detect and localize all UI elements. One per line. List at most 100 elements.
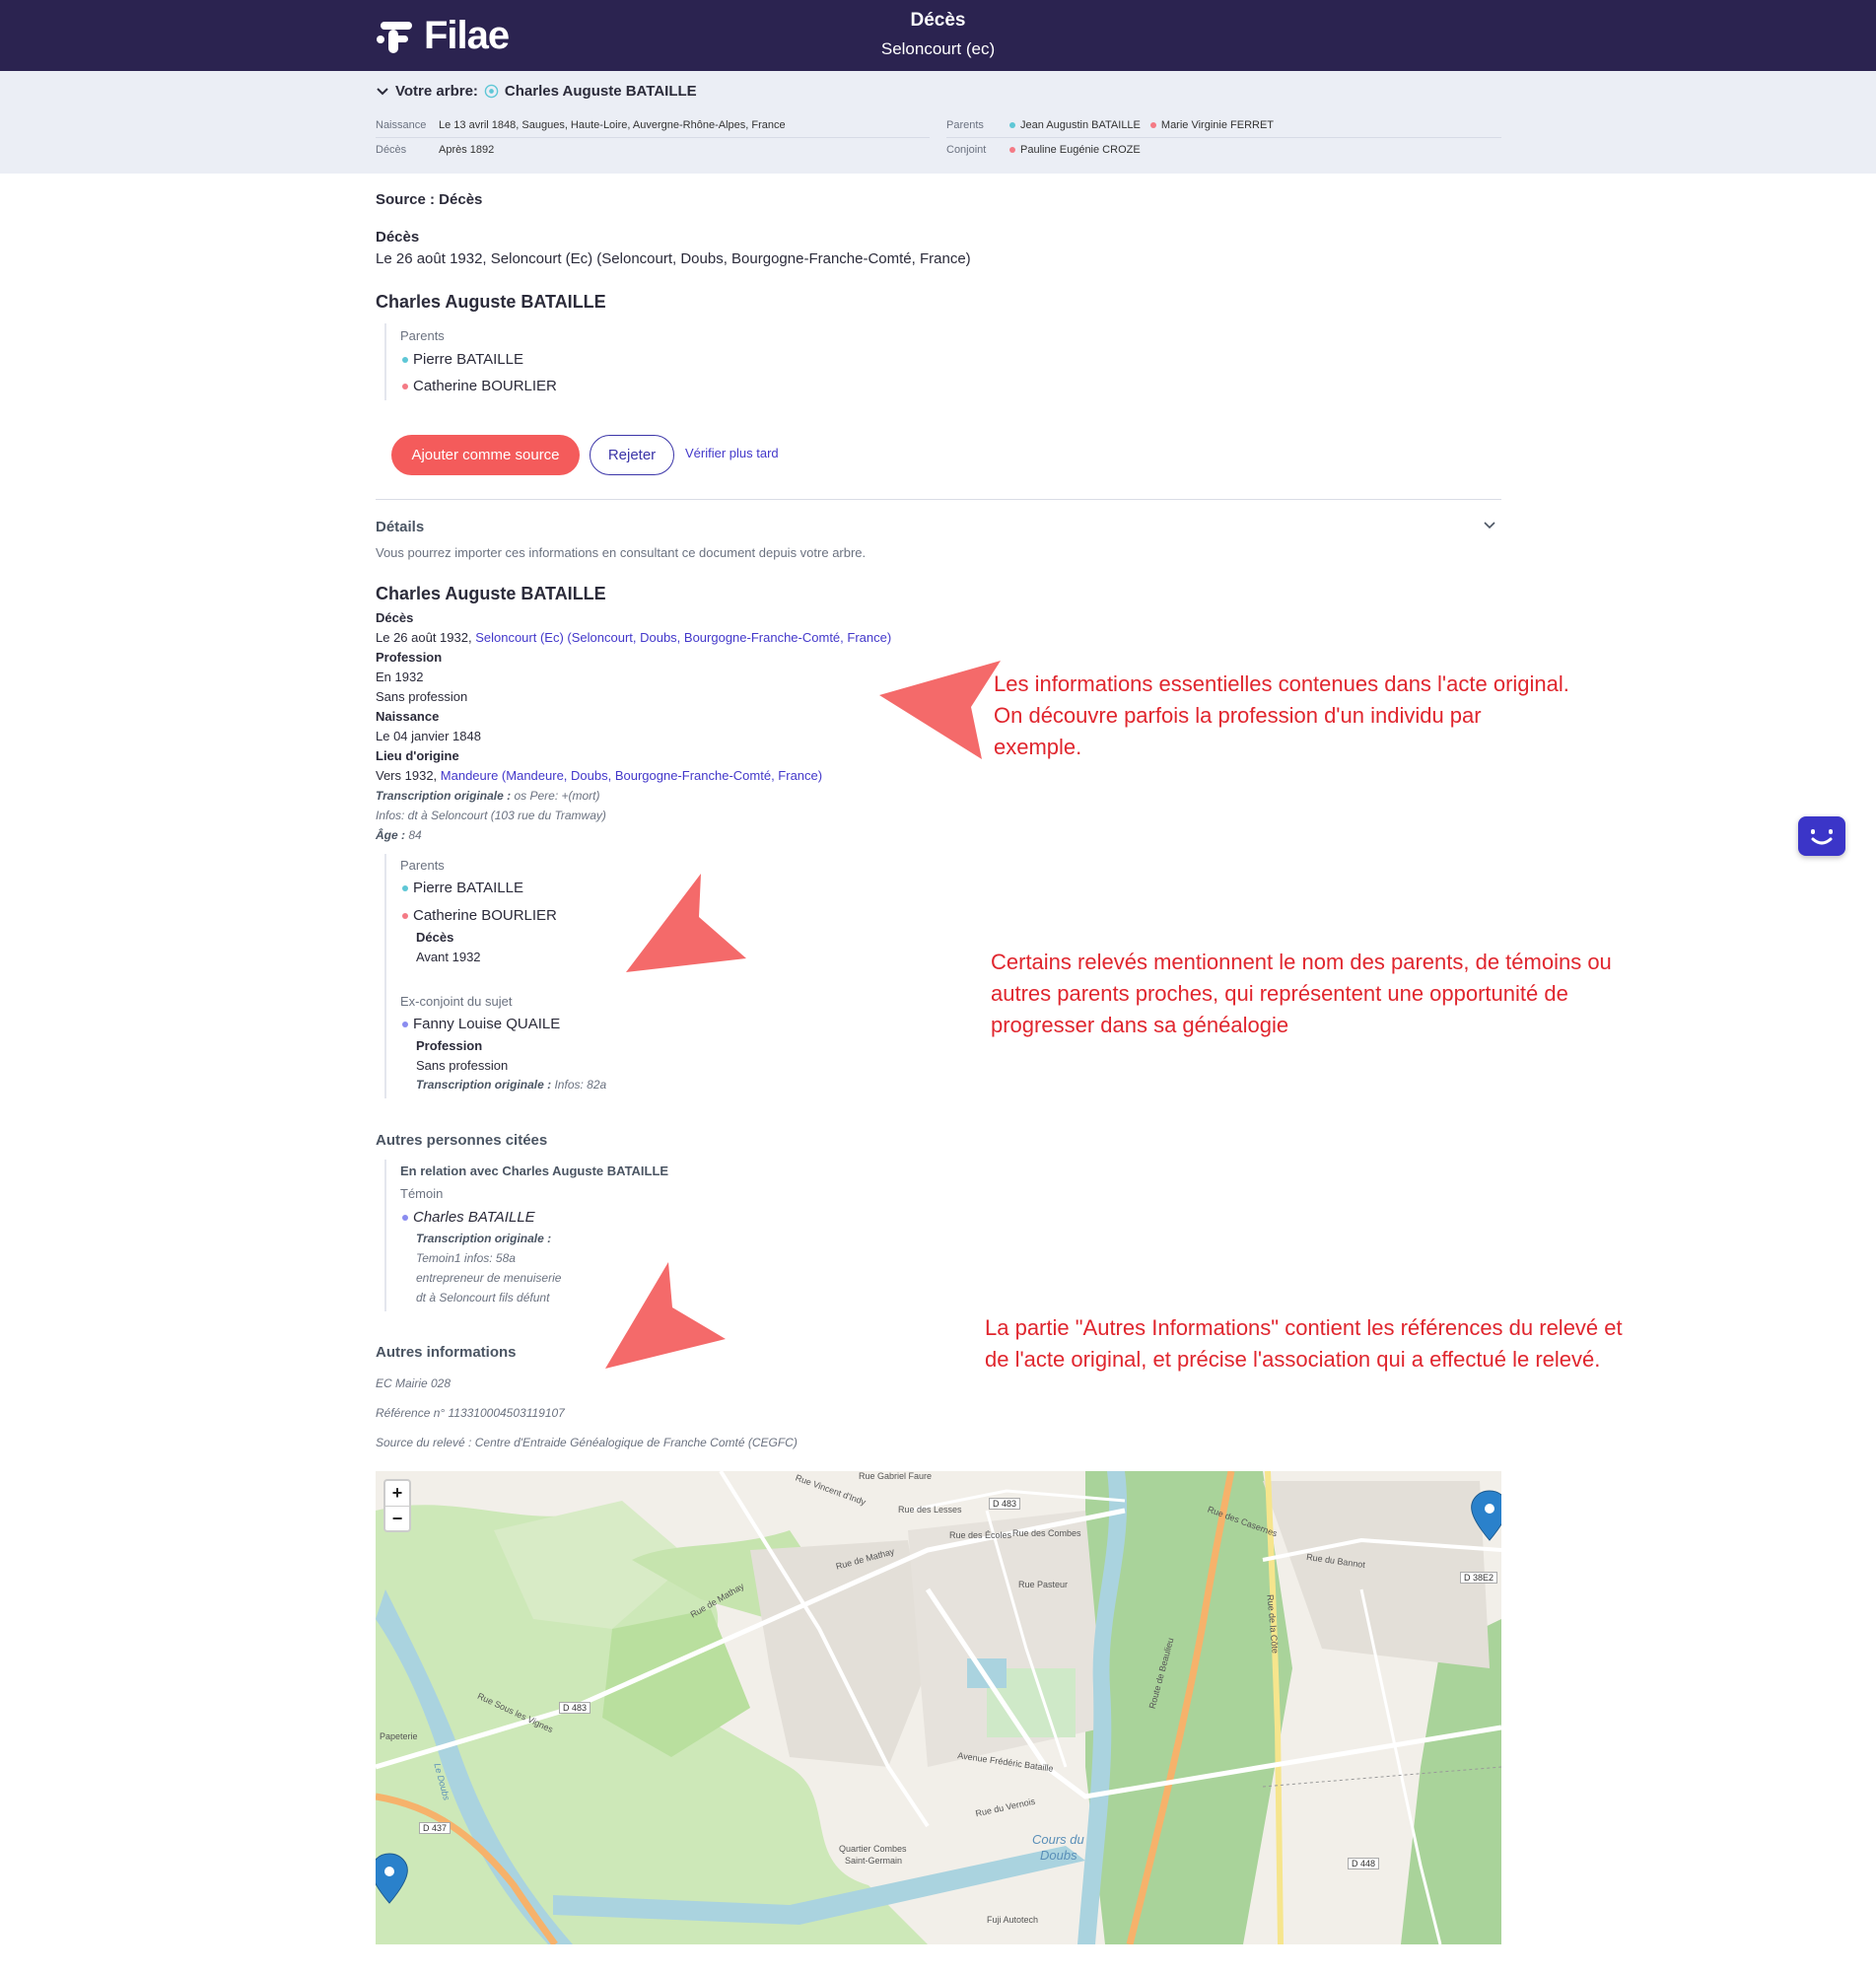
map-view[interactable]: + − D 483 D 483 D 437 D 448 D 38E2 Rue d…	[376, 1471, 1501, 1944]
header-title-block: Décès Seloncourt (ec)	[0, 10, 1876, 59]
unknown-dot	[402, 1021, 408, 1027]
details-death-label: Décès	[376, 610, 414, 625]
source-event-label: Décès	[376, 229, 420, 246]
tree-death-row: Décès Après 1892	[376, 144, 494, 156]
death-place-link[interactable]: Seloncourt (Ec) (Seloncourt, Doubs, Bour…	[475, 630, 891, 645]
exspouse-label: Ex-conjoint du sujet	[400, 994, 513, 1009]
chevron-down-icon[interactable]	[1483, 519, 1496, 532]
exspouse-transcription: Transcription originale : Infos: 82a	[416, 1078, 607, 1092]
details-death-value: Le 26 août 1932, Seloncourt (Ec) (Selonc…	[376, 630, 892, 645]
others-relation: En relation avec Charles Auguste BATAILL…	[400, 1163, 669, 1178]
details-profession-year: En 1932	[376, 670, 424, 684]
zoom-out-button[interactable]: −	[385, 1506, 409, 1530]
others-line1: Temoin1 infos: 58a	[416, 1251, 516, 1265]
details-title[interactable]: Détails	[376, 519, 424, 535]
more-info-title: Autres informations	[376, 1344, 517, 1361]
add-as-source-button[interactable]: Ajouter comme source	[391, 435, 580, 475]
tree-birth-value: Le 13 avril 1848, Saugues, Haute-Loire, …	[439, 119, 786, 131]
tree-mother[interactable]: Marie Virginie FERRET	[1149, 119, 1274, 131]
source-person-name: Charles Auguste BATAILLE	[376, 292, 606, 312]
mother-death-label: Décès	[416, 930, 454, 945]
top-bar: Filae Décès Seloncourt (ec)	[0, 0, 1876, 71]
female-dot	[1009, 146, 1015, 153]
indent-line	[384, 323, 386, 400]
place-label: Saint-Germain	[845, 1856, 903, 1866]
details-mother: Catherine BOURLIER	[402, 907, 557, 924]
tree-birth-label: Naissance	[376, 119, 427, 131]
place-label: Quartier Combes	[839, 1844, 907, 1854]
details-father: Pierre BATAILLE	[402, 880, 523, 896]
details-infos: Infos: dt à Seloncourt (103 rue du Tramw…	[376, 809, 606, 822]
tree-spouse[interactable]: Pauline Eugénie CROZE	[1009, 144, 1141, 156]
female-dot	[1149, 121, 1156, 128]
details-person-name: Charles Auguste BATAILLE	[376, 584, 606, 603]
street-label: Rue des Écoles	[949, 1530, 1012, 1540]
tree-birth-row: Naissance Le 13 avril 1848, Saugues, Hau…	[376, 119, 786, 131]
tree-parents-label: Parents	[946, 119, 984, 131]
street-label: Rue Gabriel Faure	[859, 1471, 933, 1481]
tree-heading-label: Votre arbre:	[395, 83, 478, 100]
origin-place-link[interactable]: Mandeure (Mandeure, Doubs, Bourgogne-Fra…	[441, 768, 822, 783]
divider	[946, 137, 1501, 138]
tree-summary-band	[0, 71, 1876, 174]
details-profession-label: Profession	[376, 650, 443, 665]
tree-person-name: Charles Auguste BATAILLE	[504, 83, 697, 100]
reject-button[interactable]: Rejeter	[590, 435, 674, 475]
road-label: D 483	[559, 1702, 591, 1714]
details-origin-label: Lieu d'origine	[376, 748, 459, 763]
source-label: Source : Décès	[376, 191, 483, 208]
tree-death-label: Décès	[376, 144, 407, 156]
details-age: Âge : 84	[376, 828, 422, 842]
others-line3: dt à Seloncourt fils défunt	[416, 1291, 550, 1304]
male-dot	[402, 356, 408, 363]
header-subtitle: Seloncourt (ec)	[880, 39, 996, 58]
others-title: Autres personnes citées	[376, 1132, 548, 1149]
tree-spouse-row: Conjoint Pauline Eugénie CROZE	[946, 144, 1141, 156]
street-label: Rue des Combes	[1012, 1528, 1081, 1538]
others-trans-label: Transcription originale :	[416, 1232, 552, 1245]
road-label: D 38E2	[1460, 1572, 1498, 1584]
tree-parents-row: Parents Jean Augustin BATAILLE Marie Vir…	[946, 119, 1274, 131]
map-tiles	[376, 1471, 1501, 1944]
divider	[376, 137, 930, 138]
indent-line	[384, 1160, 386, 1311]
details-origin-value: Vers 1932, Mandeure (Mandeure, Doubs, Bo…	[376, 768, 823, 783]
details-transcription: Transcription originale : os Pere: +(mor…	[376, 789, 600, 803]
indent-line	[384, 854, 386, 1098]
source-father: Pierre BATAILLE	[402, 351, 523, 368]
unknown-dot	[402, 1214, 408, 1221]
source-event-value: Le 26 août 1932, Seloncourt (Ec) (Selonc…	[376, 250, 971, 267]
place-label: Fuji Autotech	[987, 1915, 1039, 1925]
street-label: Rue Pasteur	[1018, 1580, 1069, 1589]
place-label: Papeterie	[380, 1731, 418, 1741]
annotation-1: Les informations essentielles contenues …	[994, 671, 1569, 759]
exspouse-profession-value: Sans profession	[416, 1058, 509, 1073]
annotation-arrow-1	[879, 661, 1001, 759]
tree-death-value: Après 1892	[439, 144, 495, 156]
water-label: Doubs	[1040, 1848, 1077, 1863]
tree-father[interactable]: Jean Augustin BATAILLE	[1009, 119, 1141, 131]
road-label: D 483	[989, 1498, 1021, 1510]
road-label: D 437	[419, 1822, 452, 1834]
header-title: Décès	[910, 10, 966, 31]
tree-toggle[interactable]: Votre arbre: Charles Auguste BATAILLE	[376, 83, 697, 100]
chevron-down-icon	[377, 87, 388, 95]
zoom-in-button[interactable]: +	[385, 1481, 409, 1506]
others-line2: entrepreneur de menuiserie	[416, 1271, 562, 1285]
check-later-link[interactable]: Vérifier plus tard	[685, 446, 779, 460]
tree-spouse-label: Conjoint	[946, 144, 987, 156]
zoom-control: + −	[383, 1479, 411, 1532]
water-label: Cours du	[1032, 1832, 1084, 1847]
male-dot	[1009, 121, 1015, 128]
chat-assistant-button[interactable]	[1798, 816, 1845, 856]
street-label: Rue des Lesses	[898, 1505, 962, 1515]
others-person: Charles BATAILLE	[402, 1209, 535, 1226]
female-dot	[402, 383, 408, 389]
details-profession-value: Sans profession	[376, 689, 468, 704]
female-dot	[402, 912, 408, 919]
divider	[376, 499, 1501, 500]
annotation-arrow-3	[605, 1262, 726, 1369]
details-birth-value: Le 04 janvier 1848	[376, 729, 481, 743]
exspouse-profession-label: Profession	[416, 1038, 483, 1053]
more-info-line1: EC Mairie 028	[376, 1376, 452, 1390]
